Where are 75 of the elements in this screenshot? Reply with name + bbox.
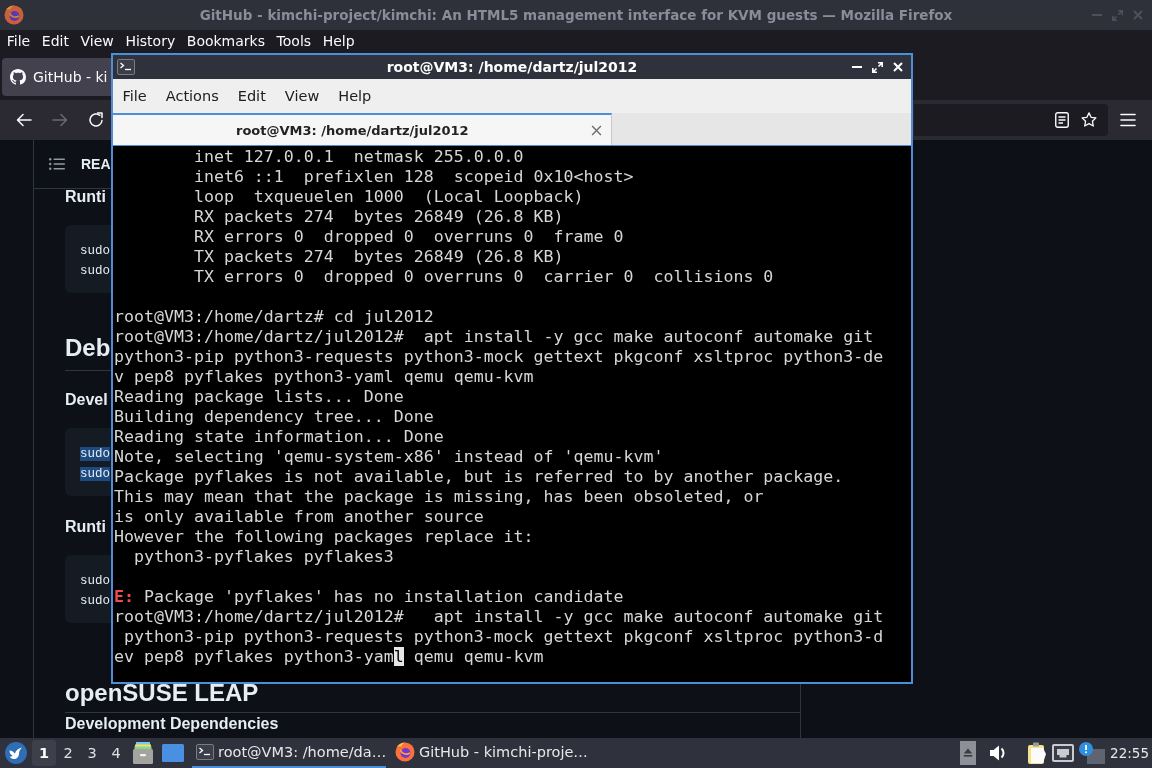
terminal-line: TX packets 274 bytes 26849 (26.8 KB) [192, 247, 564, 267]
workspace-button[interactable]: 3 [80, 740, 104, 766]
readme-title: REA [81, 156, 111, 172]
address-bar[interactable] [914, 104, 1108, 136]
terminal-line: v pep8 pyflakes python3-yaml qemu qemu-kvm [114, 367, 534, 387]
back-icon[interactable] [16, 112, 32, 128]
bird-logo-icon[interactable] [5, 742, 27, 764]
heading: Deb [65, 334, 111, 362]
menu-item[interactable]: View [275, 88, 329, 104]
heading: openSUSE LEAP [65, 679, 259, 707]
code-line: sudo [80, 574, 110, 588]
clock: 22:55 [1110, 745, 1149, 761]
terminal-line: python3-pip python3-requests python3-mock gettext pkgconf xsltproc python3-d [123, 627, 884, 647]
terminal-line: E: Package 'pyflakes' has no installation candidate [114, 587, 624, 607]
terminal-line: inet 127.0.0.1 netmask 255.0.0.0 [192, 147, 524, 167]
subheading: Runti [65, 519, 106, 535]
window-title: root@VM3: /home/dartz/jul2012 [386, 59, 638, 75]
menu-item[interactable]: Tools [270, 31, 317, 51]
terminal-line: Note, selecting 'qemu-system-x86' instead of 'qemu-kvm' [114, 447, 664, 467]
code-line: sudo [80, 244, 110, 258]
menu-item[interactable]: Bookmarks [181, 31, 271, 51]
terminal-line: Reading package lists... Done [114, 387, 404, 407]
terminal-tab[interactable]: root@VM3: /home/dartz/jul2012 [113, 113, 612, 145]
terminal-line: RX packets 274 bytes 26849 (26.8 KB) [192, 207, 564, 227]
cat-logo-icon [10, 69, 26, 85]
terminal-line: This may mean that the package is missing, has been obsoleted, or [114, 487, 764, 507]
code-line: sudo [80, 264, 110, 278]
clipboard-icon[interactable] [1027, 742, 1048, 764]
window-title: GitHub - kimchi-project/kimchi: An HTML5 management interface for KVM guests — Mozilla Firefox [199, 7, 953, 23]
terminal-line: However the following packages replace it: [114, 527, 534, 547]
terminal-line: is only available from another source [114, 507, 484, 527]
terminal-line: TX errors 0 dropped 0 overruns 0 carrier 0 collisions 0 [192, 267, 774, 287]
star-icon[interactable] [1081, 112, 1097, 128]
terminal-line: RX errors 0 dropped 0 overruns 0 frame 0 [192, 227, 624, 247]
browser-logo-icon [395, 742, 415, 762]
terminal-line: python3-pip python3-requests python3-mock gettext pkgconf xsltproc python3-de [114, 347, 884, 367]
menu-item[interactable]: File [113, 88, 157, 104]
menu-item[interactable]: Help [316, 31, 361, 51]
subheading: Development Dependencies [65, 716, 279, 732]
workspace-button[interactable]: 1 [32, 740, 56, 766]
subheading: Runti [65, 189, 106, 205]
browser-tab[interactable]: GitHub - ki [2, 58, 111, 96]
network-icon[interactable] [1052, 744, 1075, 762]
menu-item[interactable]: View [74, 31, 120, 51]
subheading: Devel [65, 392, 108, 408]
terminal-line: root@VM3:/home/dartz/jul2012# apt install -y gcc make autoconf automake git [114, 607, 884, 627]
reader-view-icon[interactable] [1055, 112, 1069, 128]
menu-item[interactable]: Edit [228, 88, 276, 104]
file-cabinet-icon[interactable] [133, 742, 153, 764]
reload-icon[interactable] [88, 112, 104, 128]
terminal-icon[interactable] [117, 59, 135, 75]
terminal-line: Reading state information... Done [114, 427, 444, 447]
eject-icon[interactable] [960, 741, 977, 765]
terminal-line: root@VM3:/home/dartz/jul2012# apt install -y gcc make autoconf automake git [114, 327, 874, 347]
terminal-line: Building dependency tree... Done [114, 407, 434, 427]
terminal-line: Package pyflakes is not available, but is referred to by another package. [114, 467, 844, 487]
menu-item[interactable]: Actions [156, 88, 229, 104]
workspace-button[interactable]: 4 [104, 740, 128, 766]
menu-item[interactable]: History [119, 31, 181, 51]
terminal-line: ev pep8 pyflakes python3-yaml qemu qemu-kvm [114, 647, 544, 667]
terminal-line: loop txqueuelen 1000 (Local Loopback) [192, 187, 584, 207]
notification-icon[interactable] [1079, 742, 1106, 764]
terminal-line: python3-pyflakes pyflakes3 [132, 547, 394, 567]
menu-item[interactable]: Help [328, 88, 381, 104]
terminal-icon[interactable] [196, 744, 214, 760]
menu-item[interactable]: File [1, 31, 37, 51]
task-button[interactable]: root@VM3: /home/da… [192, 738, 386, 768]
terminal-line: root@VM3:/home/dartz# cd jul2012 [114, 307, 434, 327]
terminal-line: inet6 ::1 prefixlen 128 scopeid 0x10<host> [192, 167, 634, 187]
browser-logo-icon [4, 5, 24, 25]
menu-icon[interactable] [1120, 113, 1136, 127]
menu-item[interactable]: Edit [36, 31, 75, 51]
code-line: sudo [80, 594, 110, 608]
list-icon[interactable] [49, 158, 65, 170]
workspace-button[interactable]: 2 [56, 740, 80, 766]
